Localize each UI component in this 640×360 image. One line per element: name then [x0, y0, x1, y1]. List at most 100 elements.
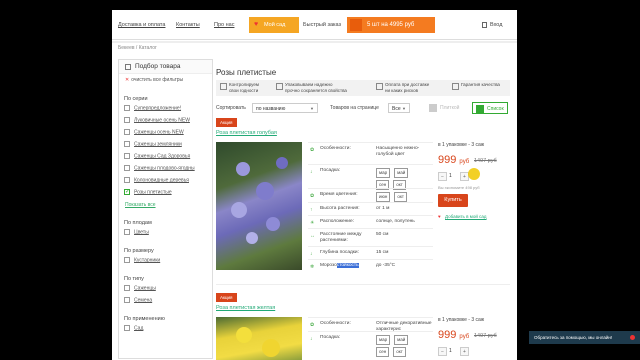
property-value: июн окт — [376, 192, 434, 202]
mouse-cursor-highlight — [468, 168, 480, 180]
property-row: ✿ Время цветения: июн окт — [308, 188, 433, 202]
snowflake-icon: ❄ — [310, 264, 315, 270]
product-name-link[interactable]: Роза плетистая желтая — [216, 305, 275, 311]
chevron-down-icon: ▼ — [402, 106, 406, 111]
sort-bar: Сортировать по названию ▼ Товаров на стра… — [216, 102, 510, 114]
property-key: Высота растения: — [320, 206, 360, 211]
status-dot — [630, 335, 635, 340]
filter-option[interactable]: Саженцы — [124, 285, 156, 294]
web-page: Доставка и оплата Контакты Про нас ♥ Мой… — [112, 10, 517, 360]
checkbox-checked[interactable]: ✓ — [124, 189, 130, 195]
filter-option-label: Розы плетистые — [134, 189, 172, 196]
quantity-value[interactable]: 1 — [449, 348, 452, 354]
my-garden-button[interactable]: ♥ Мой сад — [249, 17, 299, 33]
filter-option[interactable]: Семена — [124, 297, 152, 306]
feature-item: Контролируем свои годности — [220, 82, 259, 94]
filter-option[interactable]: Цветы — [124, 229, 149, 238]
login-link[interactable]: Вход — [490, 22, 502, 28]
filter-option[interactable]: Саженцы плодово-ягодны — [124, 165, 195, 174]
filter-option[interactable]: Суперпредложение! — [124, 105, 181, 114]
filter-option[interactable]: Саженцы Сад Здоровья — [124, 153, 190, 162]
sort-select[interactable]: по названию ▼ — [252, 103, 318, 113]
minus-button[interactable]: − — [438, 347, 447, 356]
per-page-select[interactable]: Все ▼ — [388, 103, 410, 113]
heart-icon: ♥ — [254, 21, 259, 28]
property-row: ↔ Расстояние между растениями: 50 см — [308, 228, 433, 246]
product-image[interactable] — [216, 317, 302, 360]
nav-delivery-link[interactable]: Доставка и оплата — [118, 22, 165, 28]
height-icon: ↑ — [310, 207, 313, 213]
checkbox[interactable] — [124, 153, 130, 159]
cart-button[interactable]: 5 шт на 4995 руб — [347, 17, 435, 33]
feature-label: Упаковываем надежно прочно сохраняется с… — [285, 82, 347, 93]
grid-view-button[interactable]: Плиткой — [426, 102, 462, 114]
sun-icon: ☀ — [310, 220, 315, 226]
property-value: 50 см — [376, 232, 389, 237]
filter-option[interactable]: Саженцы осень NEW — [124, 129, 184, 138]
feature-item: Упаковываем надежно прочно сохраняется с… — [276, 82, 347, 94]
product-image[interactable] — [216, 142, 302, 270]
month-box: мар — [376, 335, 391, 345]
old-price: 1497 руб — [474, 333, 497, 339]
checkbox[interactable] — [124, 177, 130, 183]
bloom-icon: ✿ — [310, 193, 315, 199]
property-key: Время цветения: — [320, 192, 358, 197]
checkbox[interactable] — [124, 229, 130, 235]
list-view-label: Список — [487, 106, 504, 112]
list-icon — [476, 105, 484, 113]
show-all-link[interactable]: Показать все — [125, 202, 156, 208]
depth-icon: ↓ — [310, 251, 313, 257]
planting-icon: ↓ — [310, 336, 313, 342]
nav-contacts-link[interactable]: Контакты — [176, 22, 200, 28]
plus-button[interactable]: + — [460, 347, 469, 356]
wallet-icon — [376, 83, 383, 90]
checkbox[interactable] — [124, 285, 130, 291]
property-key: Расположение: — [320, 219, 354, 224]
sort-value: по названию — [256, 106, 286, 112]
filter-icon — [125, 64, 131, 70]
divider — [112, 41, 517, 43]
quantity-value[interactable]: 1 — [449, 173, 452, 179]
minus-button[interactable]: − — [438, 172, 447, 181]
property-value: солнце, полутень — [376, 219, 415, 224]
buy-block: в 1 упаковке - 3 саж 999 руб 1497 руб − … — [438, 142, 510, 219]
month-box: июн — [376, 192, 391, 202]
sale-badge: Акция — [216, 293, 237, 302]
clear-filters-link[interactable]: ✕ очистить все фильтры — [125, 77, 183, 83]
checkbox[interactable] — [124, 165, 130, 171]
list-view-button[interactable]: Список — [472, 102, 508, 114]
filter-option[interactable]: Сад — [124, 325, 143, 334]
quantity-stepper[interactable]: − 1 + — [438, 347, 472, 357]
checkbox[interactable] — [124, 105, 130, 111]
filter-option[interactable]: Луковичные осень NEW — [124, 117, 190, 126]
checkbox[interactable] — [124, 141, 130, 147]
filter-option[interactable]: Колоновидные деревья — [124, 177, 189, 186]
flower-icon: ✿ — [310, 322, 315, 328]
checkbox[interactable] — [124, 297, 130, 303]
package-icon — [276, 83, 283, 90]
breadcrumb[interactable]: Бекеев / Каталог — [118, 45, 157, 51]
buy-button[interactable]: Купить — [438, 194, 468, 207]
quantity-stepper[interactable]: − 1 + — [438, 172, 472, 182]
filter-option[interactable]: Саженцы земляники — [124, 141, 182, 150]
property-row: ↓ Посадка: мар май сен окт — [308, 164, 433, 190]
nav-about-link[interactable]: Про нас — [214, 22, 234, 28]
use-group-title: По применению — [124, 316, 165, 322]
checkbox[interactable] — [124, 129, 130, 135]
month-box: сен — [376, 347, 390, 357]
chat-widget[interactable]: Обратитесь за помощью, мы онлайн! — [529, 331, 640, 344]
product-card: Акция Роза плетистая желтая ✿ Особенности… — [216, 284, 510, 360]
product-name-link[interactable]: Роза плетистая голубая — [216, 130, 277, 136]
quick-order-link[interactable]: Быстрый заказ — [303, 22, 341, 28]
checkbox[interactable] — [124, 257, 130, 263]
flower-icon: ✿ — [310, 147, 315, 153]
price-currency: руб — [459, 334, 470, 340]
close-icon: ✕ — [125, 77, 130, 83]
add-to-garden-link[interactable]: ♥ Добавить в мой сад — [438, 214, 487, 219]
checkbox[interactable] — [124, 117, 130, 123]
filter-option-selected[interactable]: ✓ Розы плетистые — [124, 189, 172, 198]
fruit-group-title: По плодам — [124, 220, 152, 226]
property-key: Глубина посадки: — [320, 250, 359, 255]
filter-option[interactable]: Кустарники — [124, 257, 160, 266]
checkbox[interactable] — [124, 325, 130, 331]
